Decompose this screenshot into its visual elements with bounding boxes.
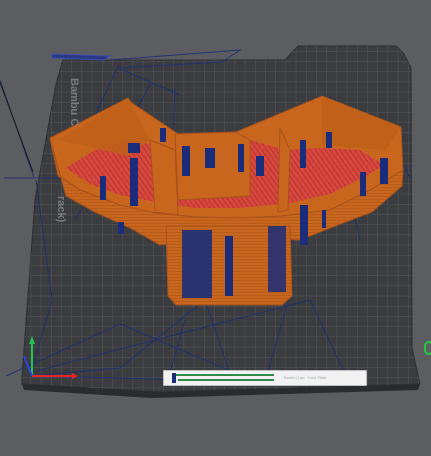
plate-tag: Bambu Lab · Cool Plate	[163, 370, 367, 386]
plate-tag-barcode	[172, 373, 274, 383]
plate-sublabel: rack)	[55, 196, 67, 223]
scene-canvas[interactable]	[0, 0, 431, 456]
3d-viewport[interactable]: Bambu C rack) Bambu Lab · Cool Plate	[0, 0, 431, 456]
plate-tag-text: Bambu Lab · Cool Plate	[284, 375, 327, 380]
view-handle-icon[interactable]	[424, 341, 431, 355]
plate-brand-label: Bambu C	[68, 78, 80, 127]
